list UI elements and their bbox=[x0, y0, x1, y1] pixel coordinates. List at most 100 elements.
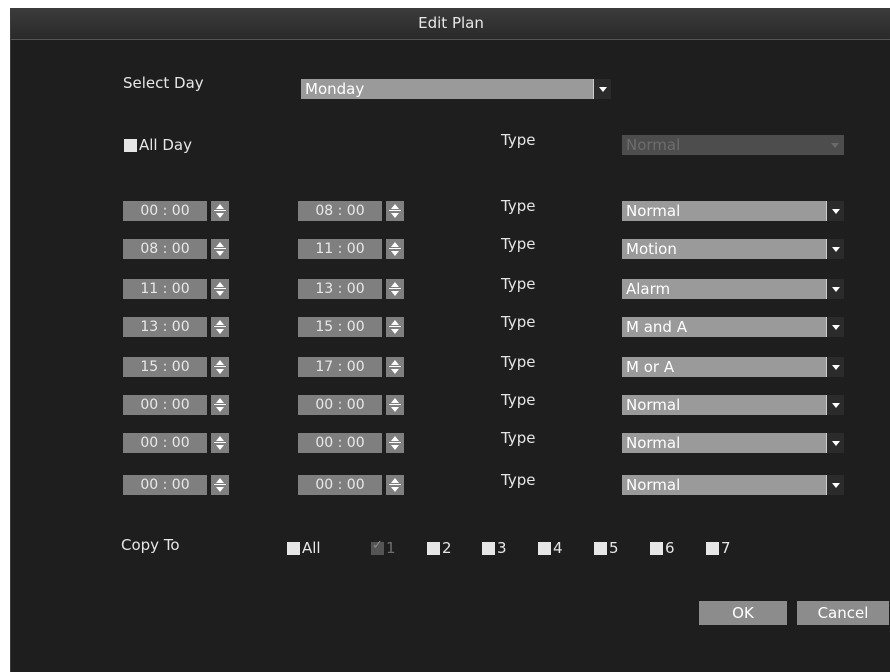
copy-to-checkbox-6[interactable] bbox=[650, 542, 663, 555]
chevron-down-icon bbox=[826, 279, 844, 299]
copy-to-checkbox-2[interactable] bbox=[427, 542, 440, 555]
all-day-checkbox[interactable] bbox=[124, 139, 137, 152]
type-select[interactable]: M or A bbox=[622, 357, 844, 377]
copy-to-option-label: 6 bbox=[665, 539, 675, 557]
start-time-spinner[interactable]: 00 : 00 bbox=[123, 433, 231, 453]
spinner-icon[interactable] bbox=[211, 239, 229, 259]
start-time-spinner[interactable]: 15 : 00 bbox=[123, 357, 231, 377]
copy-to-checkbox-all[interactable] bbox=[287, 542, 300, 555]
end-time-spinner[interactable]: 00 : 00 bbox=[298, 475, 406, 495]
spinner-icon[interactable] bbox=[211, 201, 229, 221]
copy-to-option-label: All bbox=[302, 539, 321, 557]
chevron-down-icon bbox=[826, 317, 844, 337]
type-label: Type bbox=[501, 275, 536, 293]
start-time-value[interactable]: 11 : 00 bbox=[123, 279, 207, 299]
start-time-spinner[interactable]: 13 : 00 bbox=[123, 317, 231, 337]
spinner-icon[interactable] bbox=[386, 201, 404, 221]
end-time-spinner[interactable]: 00 : 00 bbox=[298, 433, 406, 453]
chevron-down-icon bbox=[826, 433, 844, 453]
start-time-value[interactable]: 13 : 00 bbox=[123, 317, 207, 337]
type-select[interactable]: Alarm bbox=[622, 279, 844, 299]
chevron-down-icon bbox=[826, 135, 844, 155]
end-time-value[interactable]: 15 : 00 bbox=[298, 317, 382, 337]
copy-to-option-label: 3 bbox=[497, 539, 507, 557]
chevron-down-icon bbox=[593, 79, 611, 99]
type-value: Normal bbox=[626, 476, 681, 494]
start-time-spinner[interactable]: 00 : 00 bbox=[123, 395, 231, 415]
type-select[interactable]: Normal bbox=[622, 475, 844, 495]
chevron-down-icon bbox=[826, 357, 844, 377]
spinner-icon[interactable] bbox=[211, 433, 229, 453]
select-day-dropdown[interactable]: Monday bbox=[301, 79, 611, 99]
spinner-icon[interactable] bbox=[211, 475, 229, 495]
start-time-value[interactable]: 00 : 00 bbox=[123, 395, 207, 415]
spinner-icon[interactable] bbox=[386, 279, 404, 299]
end-time-value[interactable]: 13 : 00 bbox=[298, 279, 382, 299]
copy-to-option-label: 4 bbox=[553, 539, 563, 557]
start-time-value[interactable]: 00 : 00 bbox=[123, 201, 207, 221]
spinner-icon[interactable] bbox=[386, 433, 404, 453]
type-value: Motion bbox=[626, 240, 677, 258]
cancel-button[interactable]: Cancel bbox=[797, 601, 889, 625]
spinner-icon[interactable] bbox=[211, 317, 229, 337]
spinner-icon[interactable] bbox=[386, 317, 404, 337]
type-value: Normal bbox=[626, 396, 681, 414]
type-value: Normal bbox=[626, 434, 681, 452]
copy-to-label: Copy To bbox=[121, 536, 180, 554]
end-time-spinner[interactable]: 00 : 00 bbox=[298, 395, 406, 415]
end-time-value[interactable]: 11 : 00 bbox=[298, 239, 382, 259]
all-day-label: All Day bbox=[139, 136, 192, 154]
all-day-type-label: Type bbox=[501, 131, 536, 149]
copy-to-checkbox-7[interactable] bbox=[706, 542, 719, 555]
start-time-value[interactable]: 08 : 00 bbox=[123, 239, 207, 259]
start-time-value[interactable]: 00 : 00 bbox=[123, 433, 207, 453]
type-select[interactable]: Motion bbox=[622, 239, 844, 259]
type-select[interactable]: Normal bbox=[622, 201, 844, 221]
type-select[interactable]: M and A bbox=[622, 317, 844, 337]
end-time-spinner[interactable]: 13 : 00 bbox=[298, 279, 406, 299]
spinner-icon[interactable] bbox=[211, 279, 229, 299]
spinner-icon[interactable] bbox=[386, 239, 404, 259]
type-value: Alarm bbox=[626, 280, 671, 298]
copy-to-checkbox-5[interactable] bbox=[594, 542, 607, 555]
spinner-icon[interactable] bbox=[211, 357, 229, 377]
all-day-type-value: Normal bbox=[626, 136, 681, 154]
spinner-icon[interactable] bbox=[386, 357, 404, 377]
start-time-spinner[interactable]: 00 : 00 bbox=[123, 475, 231, 495]
copy-to-checkbox-3[interactable] bbox=[482, 542, 495, 555]
end-time-spinner[interactable]: 08 : 00 bbox=[298, 201, 406, 221]
chevron-down-icon bbox=[826, 201, 844, 221]
type-label: Type bbox=[501, 313, 536, 331]
ok-button[interactable]: OK bbox=[699, 601, 787, 625]
spinner-icon[interactable] bbox=[386, 395, 404, 415]
type-label: Type bbox=[501, 429, 536, 447]
type-label: Type bbox=[501, 197, 536, 215]
type-select[interactable]: Normal bbox=[622, 395, 844, 415]
end-time-value[interactable]: 08 : 00 bbox=[298, 201, 382, 221]
end-time-value[interactable]: 00 : 00 bbox=[298, 475, 382, 495]
spinner-icon[interactable] bbox=[386, 475, 404, 495]
copy-to-option-label: 5 bbox=[609, 539, 619, 557]
start-time-spinner[interactable]: 08 : 00 bbox=[123, 239, 231, 259]
type-label: Type bbox=[501, 391, 536, 409]
dialog-title: Edit Plan bbox=[11, 9, 890, 40]
all-day-type-select: Normal bbox=[622, 135, 844, 155]
start-time-spinner[interactable]: 11 : 00 bbox=[123, 279, 231, 299]
end-time-value[interactable]: 00 : 00 bbox=[298, 433, 382, 453]
type-label: Type bbox=[501, 235, 536, 253]
type-label: Type bbox=[501, 471, 536, 489]
start-time-spinner[interactable]: 00 : 00 bbox=[123, 201, 231, 221]
type-select[interactable]: Normal bbox=[622, 433, 844, 453]
end-time-value[interactable]: 17 : 00 bbox=[298, 357, 382, 377]
end-time-spinner[interactable]: 17 : 00 bbox=[298, 357, 406, 377]
start-time-value[interactable]: 15 : 00 bbox=[123, 357, 207, 377]
end-time-value[interactable]: 00 : 00 bbox=[298, 395, 382, 415]
select-day-label: Select Day bbox=[123, 74, 204, 92]
start-time-value[interactable]: 00 : 00 bbox=[123, 475, 207, 495]
end-time-spinner[interactable]: 11 : 00 bbox=[298, 239, 406, 259]
select-day-value: Monday bbox=[305, 80, 365, 98]
copy-to-checkbox-4[interactable] bbox=[538, 542, 551, 555]
spinner-icon[interactable] bbox=[211, 395, 229, 415]
end-time-spinner[interactable]: 15 : 00 bbox=[298, 317, 406, 337]
chevron-down-icon bbox=[826, 475, 844, 495]
